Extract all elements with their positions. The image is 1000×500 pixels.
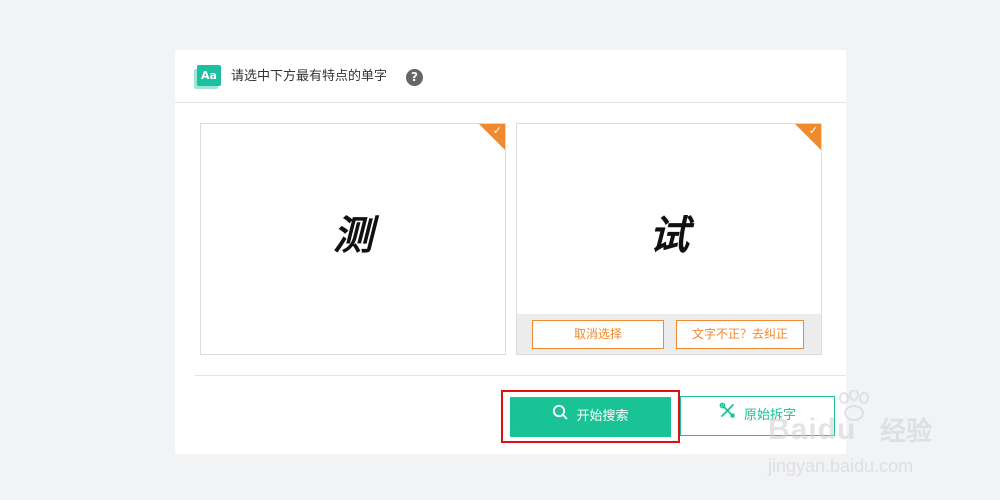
char-card-2[interactable]: 试 ✓ 取消选择 文字不正？去纠正 <box>516 123 822 355</box>
font-aa-icon: Aa <box>194 65 222 89</box>
panel-title: 请选中下方最有特点的单字 <box>231 69 388 84</box>
char-card-1-glyph: 测 <box>333 213 373 259</box>
card-actions-bar: 取消选择 文字不正？去纠正 <box>517 314 821 354</box>
help-icon[interactable]: ? <box>406 69 423 86</box>
check-icon: ✓ <box>492 124 502 137</box>
select-char-panel: Aa 请选中下方最有特点的单字 ? 测 ✓ 试 ✓ 取消选择 文字不正？去纠正 … <box>175 50 846 454</box>
tools-icon <box>719 397 736 435</box>
check-icon: ✓ <box>808 124 818 137</box>
watermark-product: 经验 <box>880 417 933 447</box>
char-card-1[interactable]: 测 ✓ <box>200 123 506 355</box>
start-search-button[interactable]: 开始搜索 <box>510 397 671 437</box>
footer-divider <box>195 375 846 376</box>
original-split-button[interactable]: 原始拆字 <box>680 396 835 436</box>
cancel-selection-button[interactable]: 取消选择 <box>532 320 664 349</box>
font-aa-icon-label: Aa <box>197 65 221 86</box>
original-split-label: 原始拆字 <box>743 408 796 423</box>
watermark-url: jingyan.baidu.com <box>768 456 914 476</box>
start-search-label: 开始搜索 <box>576 409 629 424</box>
char-card-2-glyph: 试 <box>649 213 689 259</box>
panel-header: Aa 请选中下方最有特点的单字 ? <box>175 50 846 103</box>
correct-text-button[interactable]: 文字不正？去纠正 <box>676 320 804 349</box>
search-icon <box>552 397 568 437</box>
